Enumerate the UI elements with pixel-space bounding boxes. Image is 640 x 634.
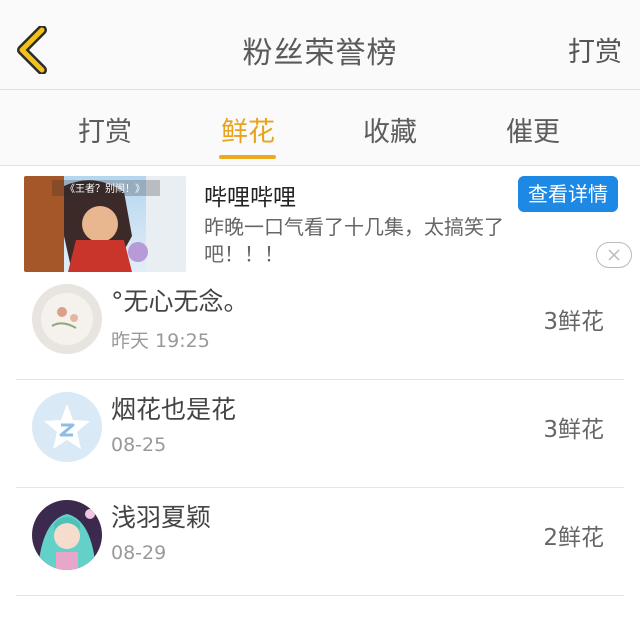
tab-favorites[interactable]: 收藏 xyxy=(330,110,450,149)
ad-thumbnail[interactable]: 《王者？别闹！》 xyxy=(24,176,186,272)
tab-urge-update[interactable]: 催更 xyxy=(473,110,593,149)
tab-reward[interactable]: 打赏 xyxy=(45,110,165,149)
ad-thumb-caption: 《王者？别闹！》 xyxy=(65,182,145,195)
user-name: 烟花也是花 xyxy=(111,395,237,424)
ad-close-button[interactable] xyxy=(596,242,632,268)
list-item[interactable]: 浅羽夏颖 08-29 2鲜花 xyxy=(16,488,624,596)
user-name: °无心无念。 xyxy=(111,287,249,316)
avatar xyxy=(32,392,102,462)
default-star-avatar-icon xyxy=(32,392,102,462)
top-bar: 粉丝荣誉榜 打赏 xyxy=(0,0,640,90)
ad-description: 昨晚一口气看了十几集，太搞笑了吧！！！ xyxy=(204,215,504,266)
active-tab-indicator xyxy=(219,155,276,159)
timestamp: 昨天 19:25 xyxy=(111,330,210,352)
timestamp: 08-25 xyxy=(111,434,167,456)
avatar xyxy=(32,500,102,570)
avatar xyxy=(32,284,102,354)
timestamp: 08-29 xyxy=(111,542,167,564)
ad-banner[interactable]: 《王者？别闹！》 哔哩哔哩 查看详情 昨晚一口气看了十几集，太搞笑了吧！！！ xyxy=(0,166,640,272)
flower-count: 3鲜花 xyxy=(543,309,604,335)
anime-girl-avatar-icon xyxy=(32,500,102,570)
list-item[interactable]: °无心无念。 昨天 19:25 3鲜花 xyxy=(16,272,624,380)
tab-flowers[interactable]: 鲜花 xyxy=(188,110,308,149)
page-title: 粉丝荣誉榜 xyxy=(242,36,398,71)
list-item[interactable]: 烟花也是花 08-25 3鲜花 xyxy=(16,380,624,488)
flower-count: 2鲜花 xyxy=(543,525,604,551)
tab-bar: 打赏 鲜花 收藏 催更 xyxy=(0,90,640,166)
close-icon xyxy=(607,248,620,261)
ad-title: 哔哩哔哩 xyxy=(204,185,296,211)
reward-link[interactable]: 打赏 xyxy=(568,30,622,69)
floral-plate-avatar-icon xyxy=(32,284,102,354)
flower-count: 3鲜花 xyxy=(543,417,604,443)
user-name: 浅羽夏颖 xyxy=(111,503,212,532)
view-details-button[interactable]: 查看详情 xyxy=(518,176,618,212)
